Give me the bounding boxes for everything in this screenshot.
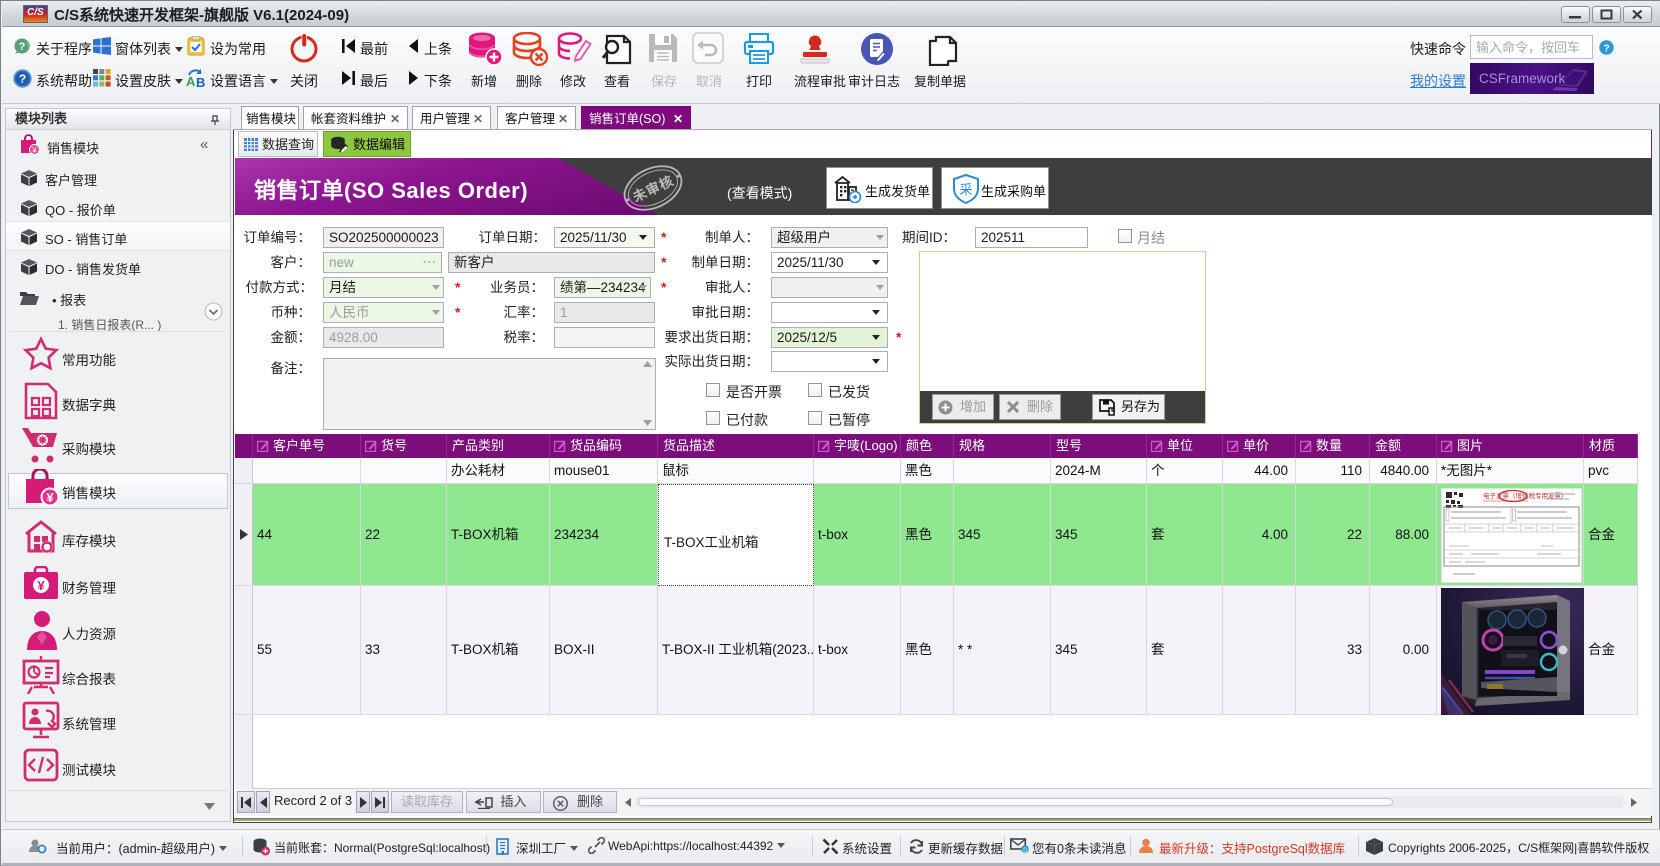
svg-text:?: ? — [1603, 44, 1609, 55]
svg-text:¥: ¥ — [37, 578, 45, 593]
svg-text:B: B — [196, 75, 205, 88]
svg-text:0: 0 — [1023, 847, 1027, 854]
svg-text:采: 采 — [959, 182, 972, 197]
svg-text:?: ? — [19, 72, 26, 86]
svg-text:?: ? — [19, 41, 26, 53]
svg-text:A: A — [186, 74, 196, 88]
svg-text:¥: ¥ — [31, 146, 37, 155]
svg-text:¥: ¥ — [46, 490, 54, 505]
